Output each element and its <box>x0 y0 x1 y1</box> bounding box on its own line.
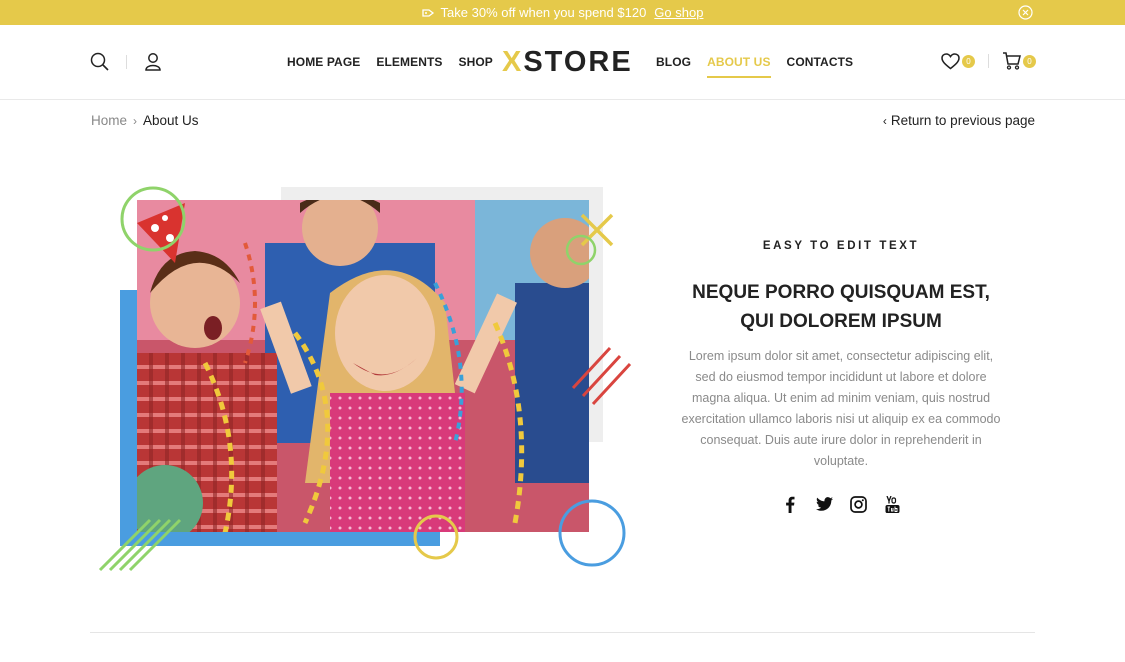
promo-go-shop-link[interactable]: Go shop <box>654 5 703 20</box>
social-links <box>680 495 1002 513</box>
youtube-icon[interactable] <box>883 495 901 513</box>
about-image-composition <box>95 183 635 573</box>
nav-home-page[interactable]: HOME PAGE <box>287 55 360 69</box>
section-heading: NEQUE PORRO QUISQUAM EST, QUI DOLOREM IP… <box>680 278 1002 336</box>
header-right-tools: 0 0 <box>941 52 1036 70</box>
cart-icon[interactable] <box>1002 52 1021 70</box>
nav-about-us[interactable]: ABOUT US <box>707 55 771 78</box>
header-divider <box>988 54 989 68</box>
wishlist-count-badge: 0 <box>962 55 975 68</box>
nav-shop[interactable]: SHOP <box>459 55 493 69</box>
main-nav-left: HOME PAGE ELEMENTS SHOP <box>287 55 493 69</box>
party-photo-illustration <box>98 186 632 572</box>
section-eyebrow: EASY TO EDIT TEXT <box>762 240 920 252</box>
nav-blog[interactable]: BLOG <box>656 55 691 78</box>
main-nav-right: BLOG ABOUT US CONTACTS <box>656 55 853 78</box>
return-label: Return to previous page <box>890 113 1035 128</box>
promo-bar: Take 30% off when you spend $120 Go shop <box>0 0 1125 25</box>
breadcrumb: Home › About Us <box>91 113 199 128</box>
breadcrumb-current: About Us <box>143 113 199 128</box>
breadcrumb-home-link[interactable]: Home <box>91 113 127 128</box>
user-icon[interactable] <box>144 52 162 71</box>
search-icon[interactable] <box>90 52 109 71</box>
about-text-block: EASY TO EDIT TEXT NEQUE PORRO QUISQUAM E… <box>680 240 1002 513</box>
header-divider <box>126 54 127 69</box>
section-divider <box>90 632 1035 633</box>
facebook-icon[interactable] <box>781 495 799 513</box>
chevron-left-icon: ‹ <box>882 113 887 128</box>
logo-x-mark: X <box>502 46 524 78</box>
nav-elements[interactable]: ELEMENTS <box>376 55 442 69</box>
heading-line-2: QUI DOLOREM IPSUM <box>740 311 942 332</box>
heart-icon[interactable] <box>941 52 960 70</box>
twitter-icon[interactable] <box>815 495 833 513</box>
cart-count-badge: 0 <box>1023 55 1036 68</box>
promo-text: Take 30% off when you spend $120 <box>440 5 647 20</box>
chevron-right-icon: › <box>133 113 138 128</box>
section-body: Lorem ipsum dolor sit amet, consectetur … <box>681 349 1001 468</box>
header-left-tools <box>90 52 162 71</box>
nav-contacts[interactable]: CONTACTS <box>787 55 854 78</box>
site-header: HOME PAGE ELEMENTS SHOP XSTORE BLOG ABOU… <box>0 25 1125 100</box>
logo-wordmark: STORE <box>523 46 633 78</box>
return-to-previous-link[interactable]: ‹ Return to previous page <box>883 113 1035 128</box>
heading-line-1: NEQUE PORRO QUISQUAM EST, <box>692 282 990 303</box>
tag-icon <box>421 8 435 18</box>
site-logo[interactable]: XSTORE <box>502 46 633 79</box>
instagram-icon[interactable] <box>849 495 867 513</box>
close-circle-icon[interactable] <box>1018 5 1033 20</box>
